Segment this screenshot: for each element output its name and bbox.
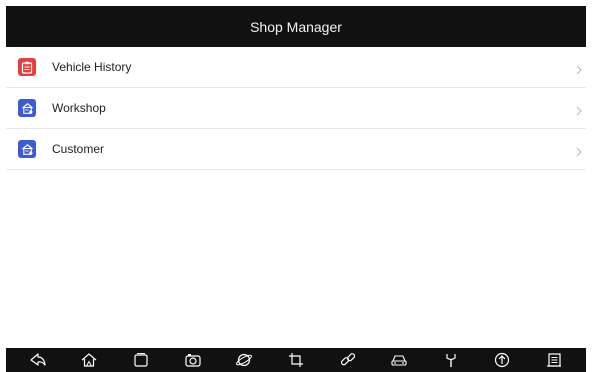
- workshop-icon: [18, 99, 36, 117]
- chevron-right-icon: [576, 144, 582, 162]
- back-icon[interactable]: [26, 349, 50, 371]
- menu-item-customer[interactable]: Customer: [6, 129, 586, 170]
- vehicle-icon[interactable]: [387, 349, 411, 371]
- system-nav-bar: [6, 348, 586, 372]
- recent-apps-icon[interactable]: [129, 349, 153, 371]
- crop-icon[interactable]: [284, 349, 308, 371]
- link-icon[interactable]: [336, 349, 360, 371]
- menu-list: Vehicle History Workshop Customer: [6, 47, 586, 170]
- customer-icon: [18, 140, 36, 158]
- page-title: Shop Manager: [250, 18, 342, 35]
- browser-icon[interactable]: [232, 349, 256, 371]
- menu-item-workshop[interactable]: Workshop: [6, 88, 586, 129]
- screen: Shop Manager Vehicle History Workshop Cu…: [0, 0, 592, 372]
- wrench-icon[interactable]: [439, 349, 463, 371]
- menu-item-vehicle-history[interactable]: Vehicle History: [6, 47, 586, 88]
- home-icon[interactable]: [77, 349, 101, 371]
- menu-item-label: Customer: [52, 142, 105, 156]
- chevron-right-icon: [576, 62, 582, 80]
- camera-icon[interactable]: [181, 349, 205, 371]
- clipboard-icon: [18, 58, 36, 76]
- chevron-right-icon: [576, 103, 582, 121]
- menu-item-label: Workshop: [52, 101, 106, 115]
- menu-item-label: Vehicle History: [52, 60, 132, 74]
- title-bar: Shop Manager: [6, 6, 586, 47]
- upload-icon[interactable]: [490, 349, 514, 371]
- report-icon[interactable]: [542, 349, 566, 371]
